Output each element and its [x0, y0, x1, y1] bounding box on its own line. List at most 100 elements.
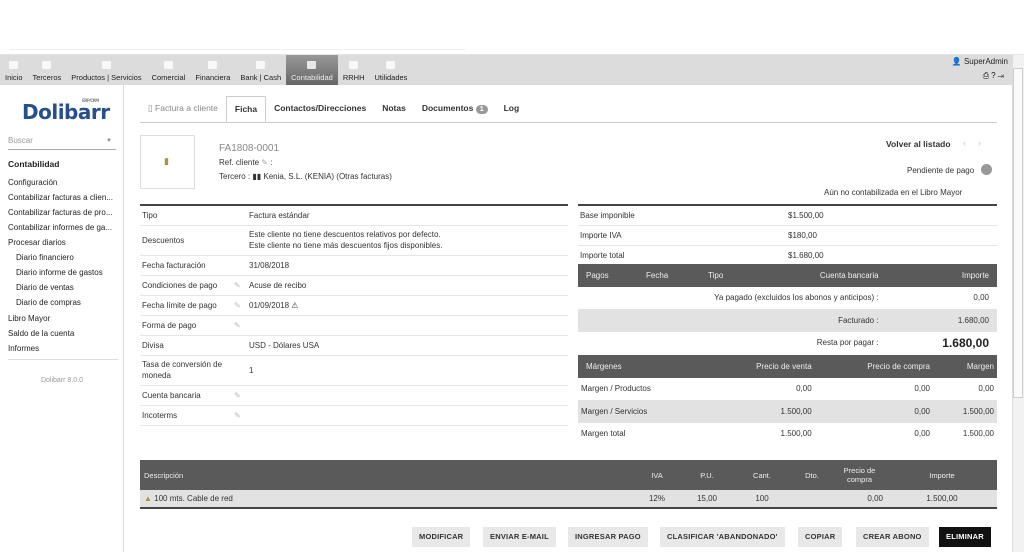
margin-row: Margen / Productos 0,00 0,00 0,00: [578, 378, 997, 401]
pencil-icon[interactable]: ✎: [232, 385, 247, 406]
menu-productos[interactable]: Productos | Servicios: [66, 55, 146, 85]
menu-label: Productos | Servicios: [71, 73, 142, 82]
sidebar-item[interactable]: Procesar diarios: [8, 238, 66, 247]
sidebar-item[interactable]: Contabilizar facturas de pro...: [8, 208, 113, 217]
documents-count-badge: 1: [475, 105, 488, 114]
sidebar-section-title[interactable]: Contabilidad: [8, 159, 59, 169]
menu-rrhh[interactable]: RRHH: [338, 55, 370, 85]
menu-contabilidad[interactable]: Contabilidad: [286, 55, 338, 85]
margin-row: Margen total 1.500,00 0,00 1.500,00: [578, 423, 997, 446]
search-select[interactable]: Buscar ▼: [8, 136, 116, 150]
field-label: Fecha límite de pago: [140, 295, 232, 316]
amount-row: Base imponible $1.500,00: [578, 205, 997, 226]
sidebar-subitem[interactable]: Diario de compras: [16, 298, 81, 307]
field-value: 1: [247, 355, 568, 386]
document-icon: ▮: [164, 156, 169, 166]
sidebar-item[interactable]: Libro Mayor: [8, 314, 50, 323]
cell: 1.500,00: [926, 494, 958, 503]
back-to-list-link[interactable]: Volver al listado: [886, 139, 951, 149]
modificar-button[interactable]: MODIFICAR: [412, 527, 471, 547]
field-value: [247, 405, 568, 426]
col-header: Precio de compra: [867, 361, 930, 371]
sidebar-divider: [8, 359, 118, 360]
remaining-row: Resta por pagar : 1.680,00: [578, 332, 997, 355]
field-row: Forma de pago ✎: [140, 315, 568, 336]
field-row: Fecha límite de pago ✎ 01/09/2018 ⚠: [140, 295, 568, 316]
tab-log[interactable]: Log: [496, 96, 528, 122]
menu-label: Bank | Cash: [240, 73, 282, 82]
col-header: Importe: [961, 270, 989, 280]
chevron-left-icon[interactable]: ‹: [963, 138, 978, 148]
tools-icon: [386, 61, 396, 69]
field-label: Cuenta bancaria: [140, 385, 232, 406]
user-icon: 👤: [951, 57, 962, 66]
sidebar-item[interactable]: Informes: [8, 344, 39, 353]
logout-icon[interactable]: ⇥: [998, 71, 1006, 80]
line-description[interactable]: ▲ 100 mts. Cable de red: [140, 490, 632, 508]
menu-financiera[interactable]: Financiera: [190, 55, 235, 85]
copy-button[interactable]: COPIAR: [798, 527, 843, 547]
cell: 0,00: [914, 406, 930, 416]
menu-label: RRHH: [342, 73, 365, 82]
paid-row: Ya pagado (excluidos los abonos y antici…: [578, 287, 997, 310]
amount-row: Importe total $1.680,00: [578, 245, 997, 266]
invoice-fields-table: Tipo Factura estándar Descuentos Este clie…: [140, 204, 568, 426]
cell: 0,00: [914, 384, 930, 394]
dolibarr-logo[interactable]: Dolibarr ERP/CRM: [22, 98, 110, 124]
delete-button[interactable]: ELIMINAR: [939, 527, 991, 547]
pencil-icon[interactable]: ✎: [232, 295, 247, 316]
pencil-icon[interactable]: ✎: [261, 158, 268, 167]
pencil-icon[interactable]: ✎: [232, 275, 247, 296]
print-icon[interactable]: ⎙: [983, 71, 991, 80]
cell: 0,00: [867, 494, 883, 503]
field-row: Fecha facturación 31/08/2018: [140, 255, 568, 276]
status-dot-icon: [981, 164, 992, 175]
enter-payment-button[interactable]: INGRESAR PAGO: [568, 527, 648, 547]
menu-comercial[interactable]: Comercial: [147, 55, 191, 85]
sidebar-subitem[interactable]: Diario informe de gastos: [16, 268, 103, 277]
tab-notas[interactable]: Notas: [374, 96, 414, 122]
field-value: Factura estándar: [247, 205, 568, 226]
status-label: Pendiente de pago: [907, 166, 975, 175]
paid-value: 0,00: [973, 293, 989, 303]
sidebar-subitem[interactable]: Diario de ventas: [16, 283, 74, 292]
sidebar-item[interactable]: Contabilizar facturas a clien...: [8, 193, 113, 202]
cell: Margen / Productos: [581, 384, 651, 394]
menu-inicio[interactable]: Inicio: [0, 55, 28, 85]
chevron-right-icon[interactable]: ›: [978, 138, 993, 148]
sidebar-item[interactable]: Saldo de la cuenta: [8, 329, 74, 338]
field-value: Acuse de recibo: [247, 275, 568, 296]
tercero-link[interactable]: Tercero : ▮▮ Kenia, S.L. (KENIA) (Otras …: [219, 172, 392, 181]
create-credit-note-button[interactable]: CREAR ABONO: [856, 527, 929, 547]
field-label: Tasa de conversión de moneda: [140, 355, 232, 386]
bill-icon: [208, 61, 218, 69]
amounts-table: Base imponible $1.500,00 Importe IVA $180,…: [578, 204, 997, 266]
col-header: Precio de venta: [756, 361, 812, 371]
tab-bar: ▯ Factura a cliente Ficha Contactos/Dire…: [140, 96, 997, 123]
sidebar-subitem[interactable]: Diario financiero: [16, 253, 74, 262]
field-label: Descuentos: [140, 225, 232, 256]
ref-cliente: Ref. cliente ✎ :: [219, 158, 273, 167]
sidebar-item[interactable]: Contabilizar informes de ga...: [8, 223, 112, 232]
tab-documentos[interactable]: Documentos 1: [414, 96, 496, 122]
tab-factura-cliente[interactable]: ▯ Factura a cliente: [140, 96, 226, 122]
pencil-icon[interactable]: ✎: [232, 405, 247, 426]
table-row[interactable]: ▲ 100 mts. Cable de red 12% 15,00 100 0,00 1.…: [140, 490, 997, 508]
menu-terceros[interactable]: Terceros: [28, 55, 67, 85]
scrollbar-thumb[interactable]: [1013, 68, 1023, 398]
cell: 15,00: [696, 494, 718, 503]
menu-bank[interactable]: Bank | Cash: [235, 55, 286, 85]
amount-value: $1.500,00: [786, 205, 997, 226]
col-header: Cant.: [753, 470, 771, 480]
invoice-image: ▮: [140, 135, 195, 189]
menu-label: Comercial: [151, 73, 186, 82]
classify-abandoned-button[interactable]: CLASIFICAR 'ABANDONADO': [660, 527, 785, 547]
pencil-icon[interactable]: ✎: [232, 315, 247, 336]
user-menu[interactable]: 👤 SuperAdmin: [952, 57, 1008, 66]
menu-utilidades[interactable]: Utilidades: [370, 55, 413, 85]
field-value: USD - Dólares USA: [247, 335, 568, 356]
send-email-button[interactable]: ENVIAR E-MAIL: [483, 527, 556, 547]
sidebar-item[interactable]: Configuración: [8, 178, 57, 187]
tab-contactos[interactable]: Contactos/Direcciones: [266, 96, 374, 122]
tab-ficha[interactable]: Ficha: [225, 96, 267, 122]
